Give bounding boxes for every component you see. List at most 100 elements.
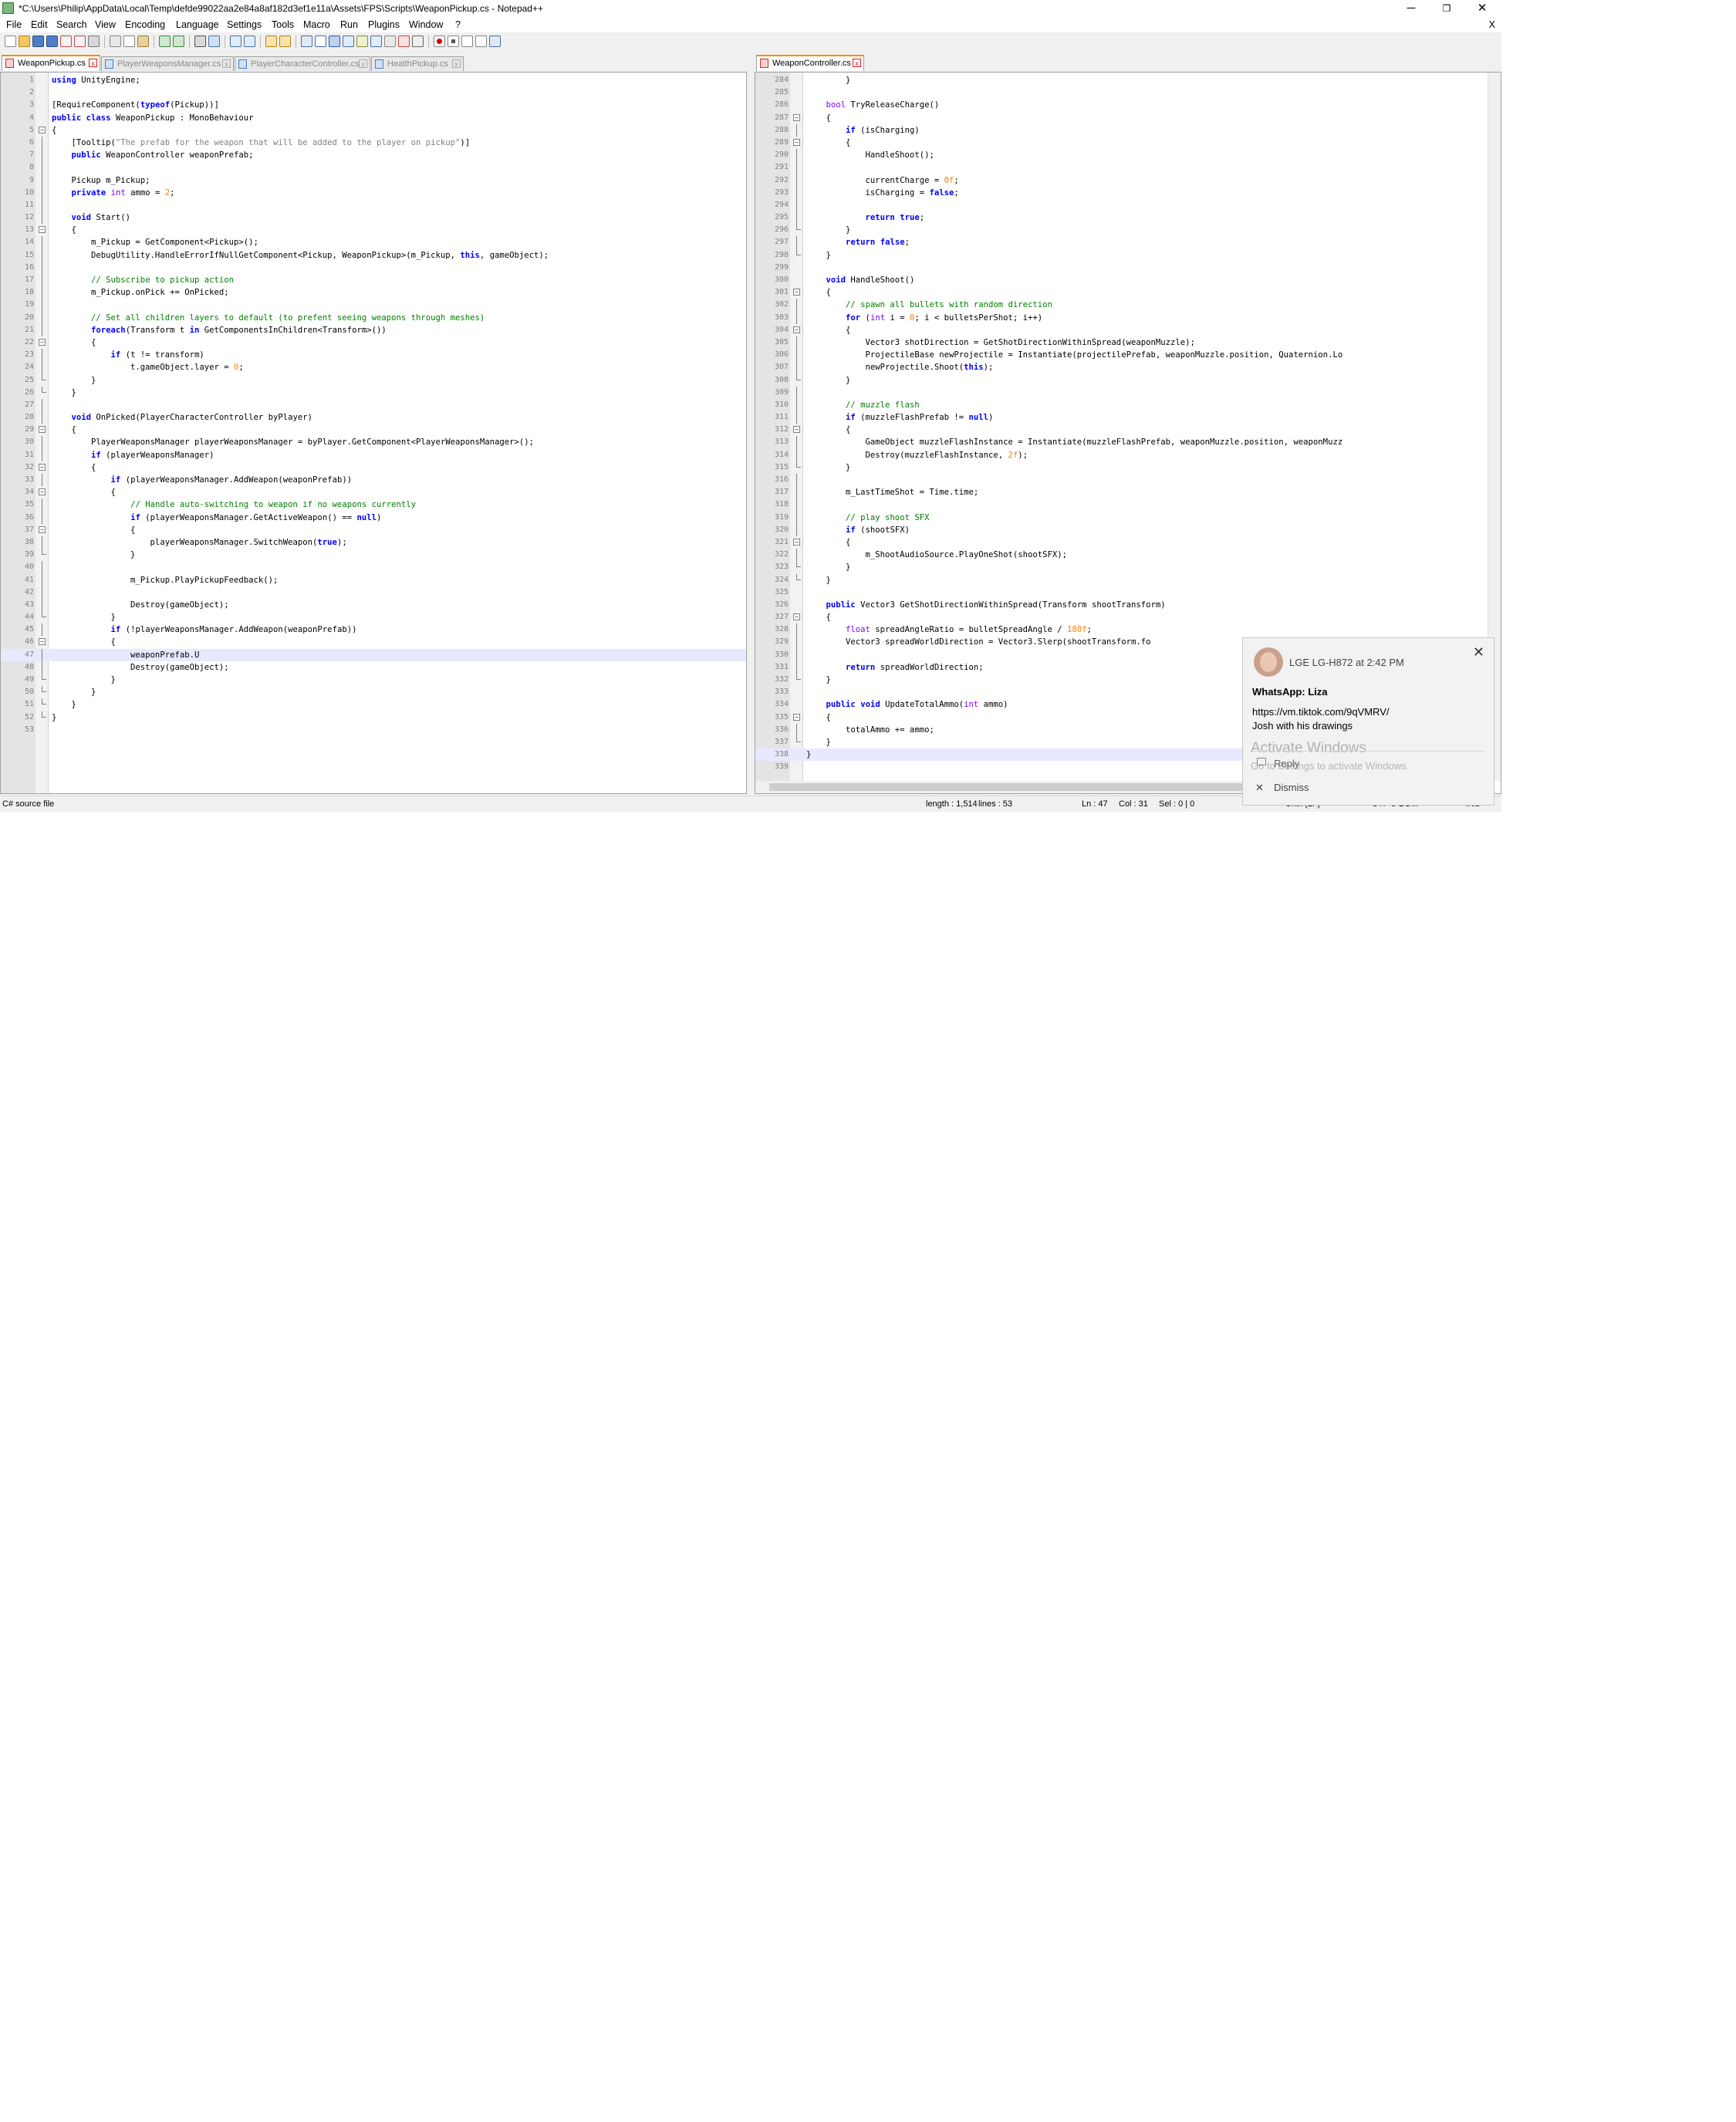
- close-file-icon[interactable]: [60, 35, 72, 47]
- code-line[interactable]: 304− {: [755, 324, 1501, 336]
- code-line[interactable]: 45 if (!playerWeaponsManager.AddWeapon(w…: [1, 623, 746, 637]
- code-text[interactable]: HandleShoot();: [806, 149, 934, 161]
- code-line[interactable]: 9 Pickup m_Pickup;: [1, 174, 746, 187]
- fold-toggle-icon[interactable]: −: [39, 638, 46, 646]
- fold-toggle-icon[interactable]: −: [793, 613, 800, 621]
- code-line[interactable]: 286 bool TryReleaseCharge(): [755, 99, 1501, 111]
- menu-help[interactable]: ?: [455, 19, 461, 30]
- code-text[interactable]: {: [806, 536, 850, 549]
- notification-close-icon[interactable]: ✕: [1473, 644, 1484, 661]
- menu-settings[interactable]: Settings: [227, 19, 262, 30]
- code-line[interactable]: 295 return true;: [755, 211, 1501, 225]
- eye-icon[interactable]: [412, 35, 424, 47]
- code-text[interactable]: }: [806, 674, 831, 686]
- code-line[interactable]: 314 Destroy(muzzleFlashInstance, 2f);: [755, 448, 1501, 461]
- run-macro-multiple-icon[interactable]: [475, 35, 487, 47]
- fold-toggle-icon[interactable]: −: [39, 338, 46, 346]
- find-icon[interactable]: [194, 35, 206, 47]
- code-line[interactable]: 303 for (int i = 0; i < bulletsPerShot; …: [755, 311, 1501, 324]
- code-line[interactable]: 312− {: [755, 424, 1501, 436]
- code-line[interactable]: 306 ProjectileBase newProjectile = Insta…: [755, 349, 1501, 362]
- code-line[interactable]: 311 if (muzzleFlashPrefab != null): [755, 411, 1501, 424]
- code-line[interactable]: 287− {: [755, 112, 1501, 124]
- code-text[interactable]: {: [52, 524, 135, 536]
- code-text[interactable]: Destroy(gameObject);: [52, 599, 229, 611]
- fold-toggle-icon[interactable]: −: [39, 426, 46, 434]
- code-line[interactable]: 1 using UnityEngine;: [1, 74, 746, 86]
- code-line[interactable]: 316: [755, 474, 1501, 487]
- code-line[interactable]: 53: [1, 724, 746, 736]
- code-line[interactable]: 27: [1, 398, 746, 412]
- code-line[interactable]: 49 }: [1, 674, 746, 686]
- code-text[interactable]: if (muzzleFlashPrefab != null): [806, 411, 993, 424]
- code-text[interactable]: return spreadWorldDirection;: [806, 661, 984, 674]
- code-lines[interactable]: 1 using UnityEngine; 2 3 [RequireComponent(t…: [1, 74, 746, 736]
- tab-playercharactercontroller[interactable]: PlayerCharacterController.cs x: [235, 56, 370, 71]
- code-text[interactable]: return true;: [806, 211, 925, 224]
- code-line[interactable]: 20 // Set all children layers to default…: [1, 311, 746, 324]
- open-file-icon[interactable]: [19, 35, 30, 47]
- fold-toggle-icon[interactable]: −: [793, 113, 800, 121]
- view-splitter[interactable]: [747, 54, 755, 795]
- code-text[interactable]: {: [806, 112, 831, 124]
- code-line[interactable]: 310 // muzzle flash: [755, 398, 1501, 412]
- define-language-icon[interactable]: [343, 35, 354, 47]
- code-line[interactable]: 44 }: [1, 611, 746, 623]
- code-line[interactable]: 321− {: [755, 536, 1501, 549]
- code-text[interactable]: Destroy(gameObject);: [52, 661, 229, 674]
- menu-macro[interactable]: Macro: [303, 19, 330, 30]
- code-line[interactable]: 51 }: [1, 698, 746, 711]
- tab-close-icon[interactable]: x: [853, 59, 861, 67]
- code-text[interactable]: }: [806, 249, 831, 262]
- code-text[interactable]: public class WeaponPickup : MonoBehaviou…: [52, 112, 254, 124]
- fold-toggle-icon[interactable]: −: [793, 326, 800, 333]
- code-line[interactable]: 34− {: [1, 486, 746, 498]
- new-file-icon[interactable]: [5, 35, 16, 47]
- tab-close-icon[interactable]: x: [222, 59, 231, 68]
- code-line[interactable]: 285: [755, 86, 1501, 99]
- code-text[interactable]: }: [806, 74, 850, 86]
- code-line[interactable]: 22− {: [1, 336, 746, 349]
- copy-icon[interactable]: [123, 35, 135, 47]
- close-document-button[interactable]: X: [1489, 19, 1495, 30]
- scrollbar-thumb[interactable]: [769, 783, 1272, 791]
- code-text[interactable]: }: [806, 374, 850, 387]
- code-line[interactable]: 5−{: [1, 124, 746, 137]
- code-text[interactable]: }: [806, 224, 850, 236]
- code-text[interactable]: if (playerWeaponsManager): [52, 449, 214, 461]
- code-text[interactable]: private int ammo = 2;: [52, 187, 175, 199]
- code-line[interactable]: 31 if (playerWeaponsManager): [1, 448, 746, 461]
- code-line[interactable]: 328 float spreadAngleRatio = bulletSprea…: [755, 623, 1501, 637]
- code-line[interactable]: 19: [1, 299, 746, 312]
- code-line[interactable]: 48 Destroy(gameObject);: [1, 661, 746, 674]
- code-line[interactable]: 317 m_LastTimeShot = Time.time;: [755, 486, 1501, 499]
- code-line[interactable]: 35 // Handle auto-switching to weapon if…: [1, 498, 746, 512]
- code-text[interactable]: weaponPrefab.U: [52, 649, 199, 661]
- code-text[interactable]: if (!playerWeaponsManager.AddWeapon(weap…: [52, 623, 357, 636]
- zoom-out-icon[interactable]: [244, 35, 255, 47]
- code-line[interactable]: 41 m_Pickup.PlayPickupFeedback();: [1, 573, 746, 586]
- code-text[interactable]: if (t != transform): [52, 349, 204, 361]
- menu-search[interactable]: Search: [56, 19, 87, 30]
- code-text[interactable]: // Set all children layers to default (t…: [52, 312, 485, 324]
- code-line[interactable]: 3 [RequireComponent(typeof(Pickup))]: [1, 99, 746, 111]
- code-line[interactable]: 15 DebugUtility.HandleErrorIfNullGetComp…: [1, 248, 746, 262]
- fold-toggle-icon[interactable]: −: [793, 713, 800, 721]
- save-icon[interactable]: [32, 35, 44, 47]
- code-line[interactable]: 305 Vector3 shotDirection = GetShotDirec…: [755, 336, 1501, 350]
- code-line[interactable]: 313 GameObject muzzleFlashInstance = Ins…: [755, 436, 1501, 449]
- code-text[interactable]: m_Pickup.onPick += OnPicked;: [52, 286, 229, 299]
- code-line[interactable]: 14 m_Pickup = GetComponent<Pickup>();: [1, 236, 746, 249]
- restore-button[interactable]: ❐: [1429, 0, 1464, 17]
- tab-playerweaponsmanager[interactable]: PlayerWeaponsManager.cs x: [101, 56, 234, 71]
- code-text[interactable]: {: [52, 424, 76, 436]
- tab-weaponpickup[interactable]: WeaponPickup.cs x: [2, 55, 100, 71]
- code-line[interactable]: 28 void OnPicked(PlayerCharacterControll…: [1, 411, 746, 424]
- minimize-button[interactable]: ─: [1393, 0, 1429, 17]
- code-text[interactable]: public WeaponController weaponPrefab;: [52, 149, 254, 161]
- code-text[interactable]: }: [52, 611, 116, 623]
- code-text[interactable]: {: [52, 124, 56, 137]
- code-text[interactable]: }: [806, 736, 831, 748]
- code-line[interactable]: 325: [755, 586, 1501, 599]
- fold-toggle-icon[interactable]: −: [793, 138, 800, 146]
